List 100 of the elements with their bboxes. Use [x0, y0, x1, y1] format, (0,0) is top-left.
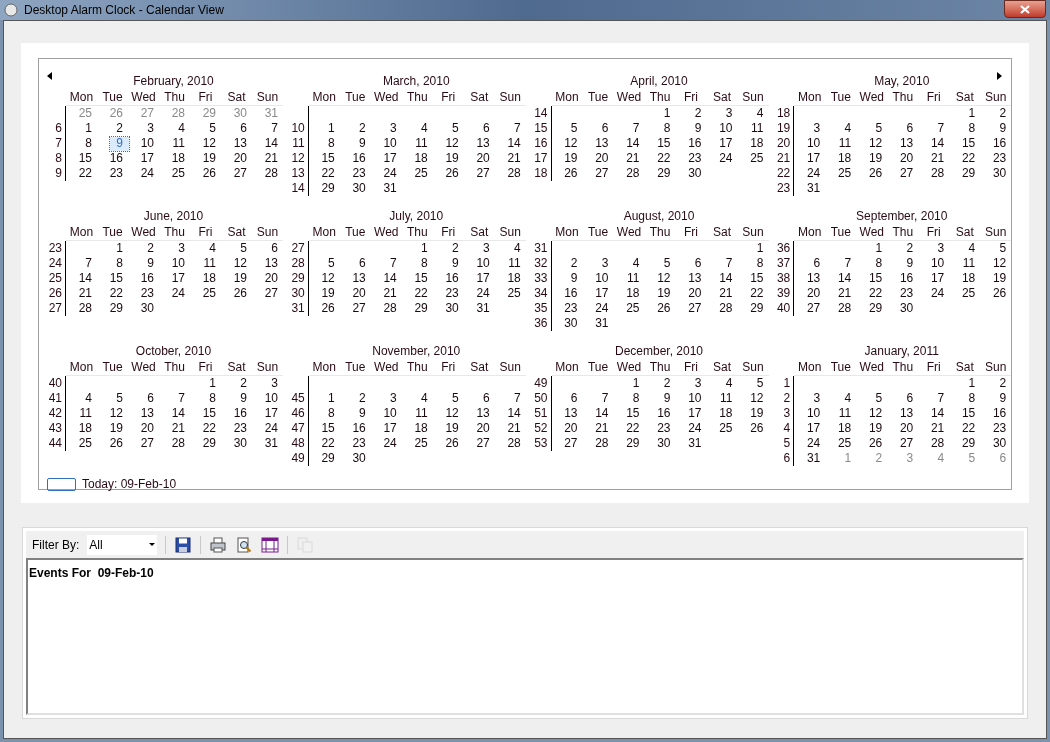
calendar-day[interactable]: 26 — [868, 436, 883, 451]
calendar-day[interactable]: 15 — [109, 271, 123, 286]
calendar-day[interactable]: 12 — [564, 136, 578, 151]
calendar-day[interactable]: 31 — [595, 316, 609, 331]
calendar-day[interactable]: 17 — [719, 136, 733, 151]
calendar-day[interactable]: 2 — [116, 121, 123, 136]
calendar-day[interactable]: 24 — [383, 436, 397, 451]
calendar-day[interactable]: 5 — [999, 241, 1007, 256]
calendar-day[interactable]: 14 — [383, 271, 397, 286]
calendar-day[interactable]: 6 — [359, 256, 366, 271]
calendar-day[interactable]: 5 — [209, 121, 216, 136]
calendar-day[interactable]: 3 — [178, 241, 185, 256]
calendar-day[interactable]: 16 — [688, 136, 702, 151]
calendar-day[interactable]: 2 — [663, 376, 671, 391]
calendar-day[interactable]: 16 — [564, 286, 578, 301]
calendar-day[interactable]: 27 — [233, 166, 247, 181]
calendar-day[interactable]: 28 — [595, 436, 609, 451]
calendar-day[interactable]: 8 — [968, 391, 976, 406]
calendar-day[interactable]: 13 — [233, 136, 247, 151]
calendar-day[interactable]: 27 — [806, 301, 821, 316]
calendar-day[interactable]: 2 — [694, 106, 702, 121]
calendar-day[interactable]: 27 — [476, 436, 490, 451]
calendar-day[interactable]: 16 — [657, 406, 671, 421]
calendar-day[interactable]: 22 — [750, 286, 764, 301]
calendar-day[interactable]: 12 — [233, 256, 247, 271]
calendar-day[interactable]: 2 — [359, 391, 366, 406]
calendar-day[interactable]: 22 — [414, 286, 428, 301]
calendar-day[interactable]: 11 — [172, 136, 185, 151]
calendar-day[interactable]: 29 — [868, 301, 883, 316]
calendar-day[interactable]: 30 — [140, 301, 154, 316]
calendar-day[interactable]: 3 — [813, 121, 821, 136]
calendar-day[interactable]: 20 — [688, 286, 702, 301]
calendar-day[interactable]: 17 — [806, 151, 821, 166]
calendar-day[interactable]: 7 — [844, 256, 852, 271]
calendar-day[interactable]: 21 — [78, 286, 92, 301]
calendar-day[interactable]: 26 — [202, 166, 216, 181]
calendar-day[interactable]: 26 — [564, 166, 578, 181]
calendar-day[interactable]: 26 — [750, 421, 764, 436]
calendar-day[interactable]: 10 — [383, 406, 397, 421]
calendar-day[interactable]: 13 — [476, 406, 490, 421]
calendar-day[interactable]: 28 — [383, 301, 397, 316]
calendar-day[interactable]: 29 — [961, 166, 976, 181]
calendar-day[interactable]: 16 — [352, 151, 366, 166]
calendar-day[interactable]: 30 — [657, 436, 671, 451]
calendar-day[interactable]: 19 — [564, 151, 578, 166]
calendar-day[interactable]: 22 — [202, 421, 216, 436]
calendar-day[interactable]: 25 — [626, 301, 640, 316]
calendar-day[interactable]: 16 — [109, 151, 123, 166]
calendar-day[interactable]: 23 — [899, 286, 914, 301]
calendar-day[interactable]: 21 — [507, 151, 521, 166]
calendar-day[interactable]: 25 — [414, 436, 428, 451]
calendar-day[interactable]: 10 — [264, 391, 278, 406]
calendar-day[interactable]: 18 — [414, 151, 428, 166]
calendar-day[interactable]: 10 — [806, 406, 821, 421]
calendar-day[interactable]: 8 — [968, 121, 976, 136]
calendar-day[interactable]: 20 — [899, 151, 914, 166]
calendar-day[interactable]: 27 — [564, 436, 578, 451]
calendar-day[interactable]: 22 — [868, 286, 883, 301]
calendar-day[interactable]: 27 — [140, 436, 154, 451]
calendar-day[interactable]: 8 — [421, 256, 428, 271]
calendar-day[interactable]: 26 — [321, 301, 335, 316]
calendar-day[interactable]: 5 — [570, 121, 578, 136]
calendar-day[interactable]: 4 — [421, 391, 428, 406]
calendar-day[interactable]: 4 — [421, 121, 428, 136]
calendar-day[interactable]: 26 — [445, 436, 459, 451]
calendar-day[interactable]: 19 — [445, 421, 459, 436]
calendar-day[interactable]: 6 — [271, 241, 278, 256]
calendar-day[interactable]: 17 — [264, 406, 278, 421]
calendar-day[interactable]: 28 — [171, 436, 185, 451]
calendar-day[interactable]: 1 — [968, 376, 976, 391]
calendar-day[interactable]: 13 — [688, 271, 702, 286]
calendar-day[interactable]: 19 — [992, 271, 1007, 286]
calendar-day[interactable]: 4 — [632, 256, 640, 271]
calendar-day[interactable]: 6 — [483, 121, 490, 136]
calendar-day[interactable]: 20 — [140, 421, 154, 436]
calendar-day[interactable]: 1 — [85, 121, 92, 136]
calendar-day[interactable]: 15 — [626, 406, 640, 421]
calendar-day[interactable]: 12 — [992, 256, 1007, 271]
calendar-day[interactable]: 9 — [359, 136, 366, 151]
calendar-day[interactable]: 23 — [688, 151, 702, 166]
calendar-day[interactable]: 25 — [837, 166, 852, 181]
calendar-day[interactable]: 14 — [264, 136, 278, 151]
calendar-day[interactable]: 23 — [992, 151, 1007, 166]
calendar-day[interactable]: 19 — [750, 406, 764, 421]
calendar-day[interactable]: 23 — [233, 421, 247, 436]
calendar-day[interactable]: 15 — [321, 151, 335, 166]
close-button[interactable] — [1004, 0, 1046, 18]
calendar-day[interactable]: 13 — [564, 406, 578, 421]
calendar-day[interactable]: 17 — [171, 271, 185, 286]
calendar-day[interactable]: 11 — [838, 136, 852, 151]
calendar-day[interactable]: 10 — [930, 256, 945, 271]
calendar-day[interactable]: 29 — [414, 301, 428, 316]
calendar-day[interactable]: 29 — [750, 301, 764, 316]
calendar-day[interactable]: 15 — [868, 271, 883, 286]
calendar-day[interactable]: 8 — [116, 256, 123, 271]
calendar-day[interactable]: 29 — [321, 451, 335, 466]
calendar-day[interactable]: 3 — [390, 391, 397, 406]
calendar-day[interactable]: 21 — [264, 151, 278, 166]
calendar-day[interactable]: 8 — [328, 406, 335, 421]
calendar-day[interactable]: 31 — [806, 181, 821, 196]
